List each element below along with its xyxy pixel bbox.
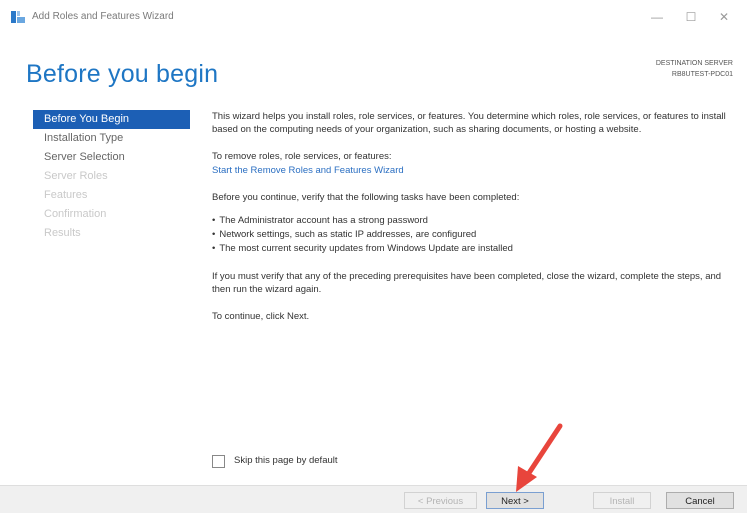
destination-server-name: RB8UTEST-PDC01 [671,71,733,78]
list-item: Network settings, such as static IP addr… [212,228,734,242]
cancel-button[interactable]: Cancel [666,492,734,509]
wizard-footer: < Previous Next > Install Cancel [0,485,747,513]
nav-item-features: Features [44,189,88,201]
maximize-button[interactable]: ☐ [679,8,703,26]
destination-label: DESTINATION SERVER [655,60,733,67]
destination-server-info: DESTINATION SERVER RB8UTEST-PDC01 [656,58,733,80]
verify-text: Before you continue, verify that the fol… [212,192,520,203]
page-title: Before you begin [26,60,219,88]
prerequisite-note: If you must verify that any of the prece… [212,271,722,295]
wizard-content: This wizard helps you install roles, rol… [212,110,734,337]
nav-item-server-selection[interactable]: Server Selection [33,148,190,167]
prerequisite-list: The Administrator account has a strong p… [212,214,734,256]
wizard-step-nav: Before You Begin Installation Type Serve… [33,110,190,243]
continue-text: To continue, click Next. [212,311,310,322]
remove-text: To remove roles, role services, or featu… [212,151,392,162]
skip-page-label[interactable]: Skip this page by default [234,455,338,466]
close-button[interactable]: ✕ [712,8,736,26]
title-bar: Add Roles and Features Wizard — ☐ ✕ [0,0,747,32]
minimize-button[interactable]: — [645,8,669,26]
remove-roles-link[interactable]: Start the Remove Roles and Features Wiza… [212,164,734,177]
nav-item-server-roles: Server Roles [44,170,108,182]
next-button[interactable]: Next > [486,492,544,509]
previous-button[interactable]: < Previous [404,492,477,509]
server-manager-icon [11,11,25,23]
remove-section: To remove roles, role services, or featu… [212,150,734,177]
window-title: Add Roles and Features Wizard [32,11,174,22]
skip-page-checkbox[interactable] [212,455,225,468]
install-button[interactable]: Install [593,492,651,509]
nav-item-confirmation: Confirmation [44,208,107,220]
list-item: The Administrator account has a strong p… [212,214,734,228]
nav-item-before-you-begin[interactable]: Before You Begin [33,110,190,129]
list-item: The most current security updates from W… [212,242,734,256]
nav-item-installation-type[interactable]: Installation Type [33,129,190,148]
intro-text: This wizard helps you install roles, rol… [212,111,726,135]
nav-item-results: Results [44,227,81,239]
